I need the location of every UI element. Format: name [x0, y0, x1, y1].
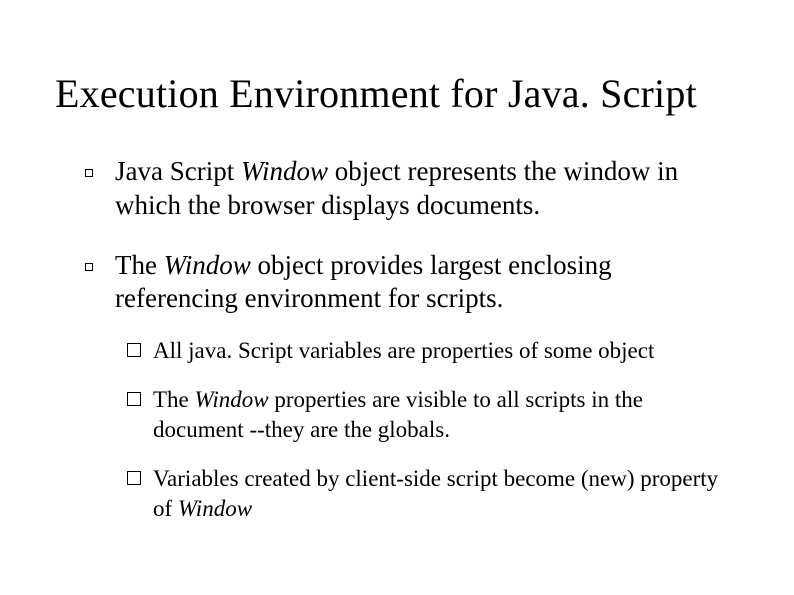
sub-text-pre: The [153, 387, 195, 412]
sub-bullet-item: The Window properties are visible to all… [127, 385, 739, 444]
sub-bullet-item: All java. Script variables are propertie… [127, 336, 739, 365]
bullet-text-pre: Java Script [115, 156, 241, 186]
slide-title: Execution Environment for Java. Script [55, 70, 739, 117]
slide: Execution Environment for Java. Script J… [0, 0, 794, 595]
sub-text-em: Window [195, 387, 269, 412]
bullet-item: Java Script Window object represents the… [85, 155, 739, 223]
bullet-text-pre: The [115, 250, 164, 280]
bullet-list: Java Script Window object represents the… [55, 155, 739, 523]
bullet-text-em: Window [164, 250, 251, 280]
sub-bullet-item: Variables created by client-side script … [127, 464, 739, 523]
bullet-item: The Window object provides largest enclo… [85, 249, 739, 524]
sub-text-em: Window [178, 496, 252, 521]
bullet-text-em: Window [241, 156, 328, 186]
sub-text-pre: All java. Script variables are propertie… [153, 338, 654, 363]
sub-bullet-list: All java. Script variables are propertie… [115, 336, 739, 523]
